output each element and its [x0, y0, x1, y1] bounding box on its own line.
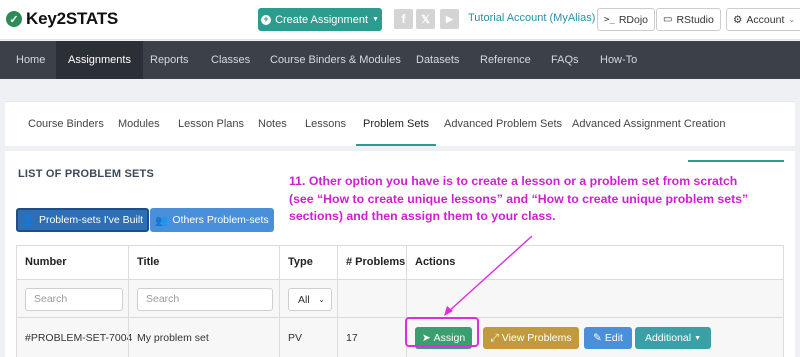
edit-button[interactable]: ✎ Edit	[584, 327, 632, 349]
rstudio-button[interactable]: ▭ RStudio	[656, 8, 721, 31]
additional-label: Additional	[644, 332, 692, 344]
brand-logo[interactable]: ✓ Key2STATS	[6, 9, 118, 29]
type-filter-value: All	[298, 293, 310, 306]
nav-item-classes[interactable]: Classes	[211, 41, 250, 79]
tab-advanced-assignment-creation[interactable]: Advanced Assignment Creation	[572, 118, 725, 130]
type-filter-select[interactable]: All ⌄	[288, 288, 332, 311]
plus-circle-icon: +	[261, 14, 272, 25]
expand-icon: ⤢	[490, 331, 499, 344]
nav-item-datasets[interactable]: Datasets	[416, 41, 459, 79]
nav-item-home[interactable]: Home	[16, 41, 45, 79]
nav-item-course-binders-modules[interactable]: Course Binders & Modules	[270, 41, 401, 79]
create-assignment-label: Create Assignment	[275, 13, 368, 26]
edit-icon: ✎	[593, 332, 602, 344]
row-title: My problem set	[137, 332, 209, 344]
edit-label: Edit	[604, 332, 623, 344]
view-problems-label: View Problems	[501, 332, 572, 344]
user-icon: 👤	[21, 214, 35, 227]
table-filter-row: Search Search All ⌄	[16, 280, 784, 318]
column-header-number[interactable]: Number	[25, 256, 67, 268]
caret-down-icon: ▼	[372, 16, 379, 23]
tab-lessons[interactable]: Lessons	[305, 118, 346, 130]
monitor-icon: ▭	[663, 14, 673, 25]
rdojo-label: RDojo	[618, 13, 649, 26]
facebook-icon[interactable]: f	[394, 9, 413, 29]
rdojo-button[interactable]: >_ RDojo	[597, 8, 656, 31]
search-number-input[interactable]: Search	[25, 288, 123, 311]
assign-highlight-box	[405, 317, 479, 347]
accent-divider	[688, 160, 784, 162]
main-nav: Home Assignments Reports Classes Course …	[0, 41, 800, 79]
tutorial-annotation: 11. Other option you have is to create a…	[289, 174, 749, 223]
tab-advanced-problem-sets[interactable]: Advanced Problem Sets	[444, 118, 562, 130]
tab-problem-sets[interactable]: Problem Sets	[363, 118, 429, 130]
page-title: LIST OF PROBLEM SETS	[18, 168, 155, 180]
view-problems-button[interactable]: ⤢ View Problems	[483, 327, 579, 349]
nav-item-reports[interactable]: Reports	[150, 41, 189, 79]
others-problem-sets-button[interactable]: 👥 Others Problem-sets	[150, 208, 274, 232]
search-title-input[interactable]: Search	[137, 288, 273, 311]
create-assignment-button[interactable]: + Create Assignment ▼	[258, 8, 382, 31]
column-header-problems[interactable]: # Problems	[346, 256, 405, 268]
additional-dropdown-button[interactable]: Additional ▼	[635, 327, 711, 349]
row-type: PV	[288, 332, 303, 344]
nav-item-reference[interactable]: Reference	[480, 41, 531, 79]
tab-lesson-plans[interactable]: Lesson Plans	[178, 118, 244, 130]
nav-item-how-to[interactable]: How-To	[600, 41, 637, 79]
users-icon: 👥	[155, 214, 169, 227]
tutorial-account-link[interactable]: Tutorial Account (MyAlias)	[468, 12, 595, 24]
x-twitter-icon[interactable]: 𝕏	[416, 9, 435, 29]
caret-down-icon: ▼	[694, 334, 702, 342]
account-label: Account	[746, 13, 785, 26]
nav-item-faqs[interactable]: FAQs	[551, 41, 579, 79]
terminal-icon: >_	[604, 14, 615, 25]
tab-course-binders[interactable]: Course Binders	[28, 118, 104, 130]
tab-notes[interactable]: Notes	[258, 118, 287, 130]
chevron-down-icon: ⌄	[788, 15, 796, 24]
table-row: #PROBLEM-SET-7004 My problem set PV 17 ➤…	[16, 318, 784, 357]
sub-tabs-panel: Course Binders Modules Lesson Plans Note…	[5, 101, 795, 146]
check-circle-icon: ✓	[6, 11, 22, 27]
brand-name: Key2STATS	[26, 9, 119, 28]
nav-item-assignments[interactable]: Assignments	[56, 41, 143, 79]
problem-sets-table: Number Title Type # Problems Actions Sea…	[16, 245, 784, 357]
problem-sets-built-label: Problem-sets I've Built	[38, 214, 144, 226]
column-header-type[interactable]: Type	[288, 256, 313, 268]
row-problems: 17	[346, 332, 358, 344]
tab-modules[interactable]: Modules	[118, 118, 160, 130]
others-problem-sets-label: Others Problem-sets	[172, 214, 269, 226]
gear-icon: ⚙	[733, 13, 743, 26]
account-button[interactable]: ⚙ Account ⌄	[726, 8, 800, 31]
table-header-row: Number Title Type # Problems Actions	[16, 246, 784, 280]
top-header: ✓ Key2STATS + Create Assignment ▼ f 𝕏 ▶ …	[0, 0, 800, 40]
youtube-icon[interactable]: ▶	[440, 9, 459, 29]
chevron-down-icon: ⌄	[318, 295, 325, 304]
row-number: #PROBLEM-SET-7004	[25, 332, 133, 344]
column-header-actions: Actions	[415, 256, 456, 268]
column-header-title[interactable]: Title	[137, 256, 159, 268]
rstudio-label: RStudio	[676, 13, 714, 26]
problem-sets-built-button[interactable]: 👤 Problem-sets I've Built	[16, 208, 149, 232]
active-tab-indicator	[356, 144, 436, 146]
